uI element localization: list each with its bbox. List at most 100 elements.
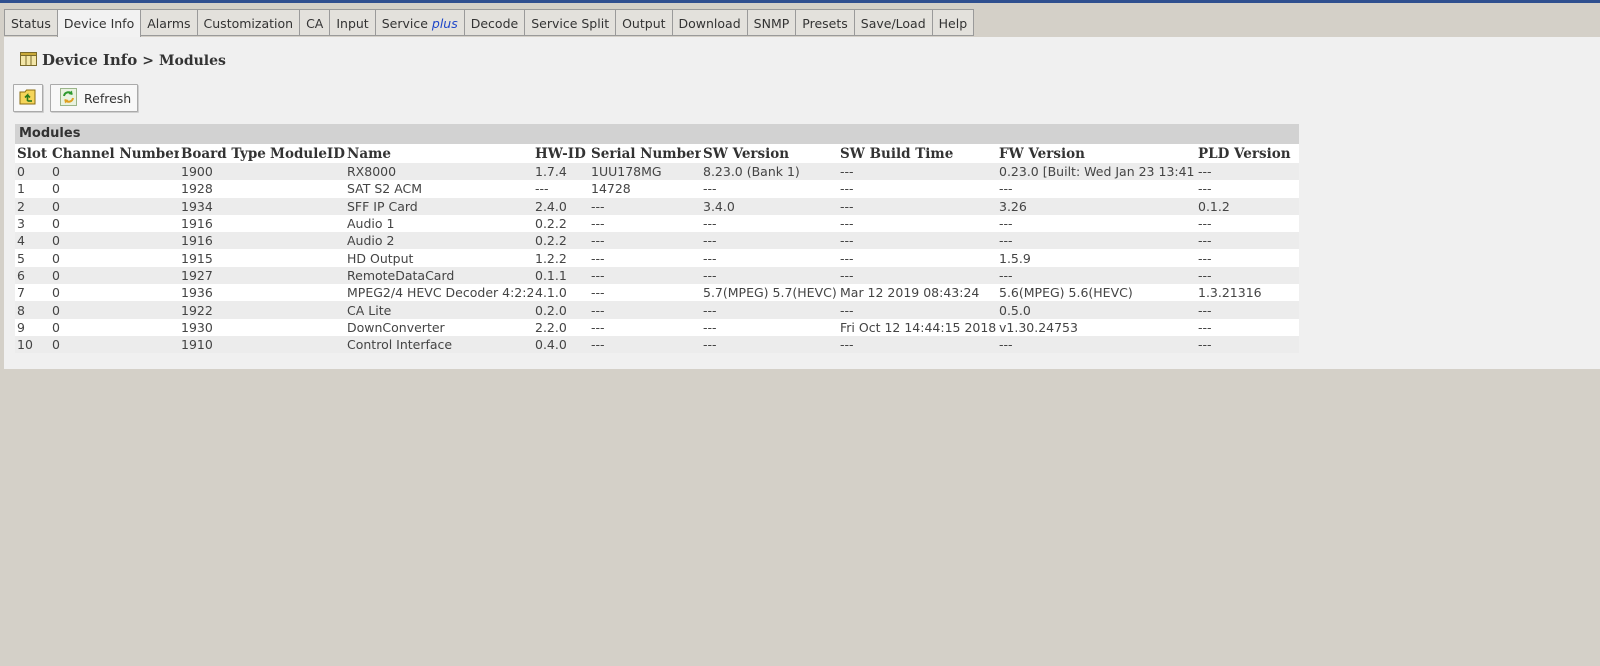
tab-ca[interactable]: CA bbox=[299, 9, 331, 36]
table-cell: 5 bbox=[15, 249, 50, 267]
table-cell: 1928 bbox=[179, 180, 268, 198]
table-cell: --- bbox=[1196, 335, 1299, 354]
table-cell bbox=[268, 163, 345, 181]
table-row: 3 0 1916 Audio 1 0.2.2 --- --- --- --- --- bbox=[15, 214, 1299, 233]
table-cell: --- bbox=[701, 318, 838, 336]
table-cell: 1916 bbox=[179, 214, 268, 233]
table-cell: 0 bbox=[50, 232, 179, 250]
table-cell: --- bbox=[997, 266, 1196, 285]
tab-presets[interactable]: Presets bbox=[795, 9, 855, 36]
table-cell: --- bbox=[1196, 180, 1299, 198]
table-row: 9 0 1930 DownConverter 2.2.0 --- --- Fri Oct 12… bbox=[15, 318, 1299, 336]
table-cell: RX8000 bbox=[345, 163, 533, 181]
table-cell: --- bbox=[589, 301, 701, 319]
table-cell: MPEG2/4 HEVC Decoder 4:2:2 bbox=[345, 284, 533, 302]
table-cell: --- bbox=[1196, 249, 1299, 267]
tab-download[interactable]: Download bbox=[671, 9, 748, 36]
breadcrumb-separator: > bbox=[142, 53, 154, 69]
table-cell: 5.6(MPEG) 5.6(HEVC) bbox=[997, 284, 1196, 302]
tab-device-info[interactable]: Device Info bbox=[56, 9, 142, 38]
table-cell: --- bbox=[997, 232, 1196, 250]
table-cell bbox=[268, 197, 345, 215]
table-cell: SAT S2 ACM bbox=[345, 180, 533, 198]
column-header-moduleid: ModuleID bbox=[268, 144, 345, 163]
table-icon bbox=[20, 52, 37, 66]
breadcrumb-current-page: Modules bbox=[158, 53, 226, 69]
table-cell: RemoteDataCard bbox=[345, 266, 533, 285]
table-cell: 2.4.0 bbox=[533, 197, 589, 215]
table-cell: 1.7.4 bbox=[533, 163, 589, 181]
table-cell: 3.4.0 bbox=[701, 197, 838, 215]
table-cell: 0 bbox=[50, 266, 179, 285]
table-cell: Audio 2 bbox=[345, 232, 533, 250]
tab-service-split[interactable]: Service Split bbox=[524, 9, 617, 36]
tab-decode[interactable]: Decode bbox=[463, 9, 526, 36]
table-cell: --- bbox=[701, 249, 838, 267]
table-cell bbox=[268, 284, 345, 302]
table-cell: --- bbox=[701, 214, 838, 233]
table-cell: 1.2.2 bbox=[533, 249, 589, 267]
table-cell: CA Lite bbox=[345, 301, 533, 319]
table-cell: 5.7(MPEG) 5.7(HEVC) bbox=[701, 284, 838, 302]
tab-help[interactable]: Help bbox=[931, 9, 975, 36]
tab-input[interactable]: Input bbox=[329, 9, 376, 36]
table-cell: --- bbox=[589, 197, 701, 215]
table-cell: --- bbox=[1196, 318, 1299, 336]
tab-customization[interactable]: Customization bbox=[196, 9, 301, 36]
tab-label: Service Split bbox=[531, 16, 610, 31]
breadcrumb-device-info[interactable]: Device Info bbox=[42, 51, 137, 69]
table-cell: 0.2.2 bbox=[533, 214, 589, 233]
tab-label: Service bbox=[381, 16, 432, 31]
up-level-button[interactable] bbox=[13, 84, 43, 112]
column-header-sw-version: SW Version bbox=[701, 144, 838, 163]
tab-label: Download bbox=[678, 16, 741, 31]
table-cell: --- bbox=[838, 335, 997, 354]
table-cell bbox=[268, 249, 345, 267]
table-cell: v1.30.24753 bbox=[997, 318, 1196, 336]
table-cell: 1922 bbox=[179, 301, 268, 319]
tab-label: Customization bbox=[203, 16, 294, 31]
table-cell: --- bbox=[838, 249, 997, 267]
tab-service[interactable]: Service plus bbox=[374, 9, 465, 36]
table-cell: 4.1.0 bbox=[533, 284, 589, 302]
tab-alarms[interactable]: Alarms bbox=[140, 9, 198, 36]
table-cell: 1927 bbox=[179, 266, 268, 285]
tab-save-load[interactable]: Save/Load bbox=[853, 9, 933, 36]
table-cell: 0.23.0 [Built: Wed Jan 23 13:41 bbox=[997, 163, 1196, 181]
column-header-board-type: Board Type bbox=[179, 144, 268, 163]
table-row: 6 0 1927 RemoteDataCard 0.1.1 --- --- --- --- --- bbox=[15, 266, 1299, 285]
table-cell bbox=[268, 318, 345, 336]
table-cell: --- bbox=[838, 232, 997, 250]
table-cell: 9 bbox=[15, 318, 50, 336]
refresh-button[interactable]: Refresh bbox=[50, 84, 138, 112]
table-row: 8 0 1922 CA Lite 0.2.0 --- --- --- 0.5.0 --- bbox=[15, 301, 1299, 319]
table-cell: 0 bbox=[50, 214, 179, 233]
table-cell: --- bbox=[838, 180, 997, 198]
table-cell: --- bbox=[589, 318, 701, 336]
tab-snmp[interactable]: SNMP bbox=[746, 9, 797, 36]
table-cell: 14728 bbox=[589, 180, 701, 198]
tab-output[interactable]: Output bbox=[615, 9, 673, 36]
table-cell: 0.2.2 bbox=[533, 232, 589, 250]
table-cell: --- bbox=[589, 249, 701, 267]
table-cell: --- bbox=[1196, 266, 1299, 285]
column-header-serial-number: Serial Number bbox=[589, 144, 701, 163]
column-header-sw-build-time: SW Build Time bbox=[838, 144, 997, 163]
column-header-name: Name bbox=[345, 144, 533, 163]
table-cell: --- bbox=[997, 180, 1196, 198]
table-cell: 4 bbox=[15, 232, 50, 250]
table-cell: 0 bbox=[50, 180, 179, 198]
table-cell: 1910 bbox=[179, 335, 268, 354]
table-cell: 0 bbox=[50, 301, 179, 319]
table-cell: 8 bbox=[15, 301, 50, 319]
table-cell: 0 bbox=[50, 318, 179, 336]
table-cell bbox=[268, 266, 345, 285]
tab-label: Help bbox=[938, 16, 968, 31]
panel-title: Modules bbox=[15, 124, 1299, 144]
column-header-slot: Slot bbox=[15, 144, 50, 163]
tab-status[interactable]: Status bbox=[4, 9, 58, 36]
table-row: 7 0 1936 MPEG2/4 HEVC Decoder 4:2:2 4.1.0 ---… bbox=[15, 284, 1299, 302]
table-cell: 0.4.0 bbox=[533, 335, 589, 354]
table-cell: 1930 bbox=[179, 318, 268, 336]
column-header-pld-version: PLD Version bbox=[1196, 144, 1299, 163]
